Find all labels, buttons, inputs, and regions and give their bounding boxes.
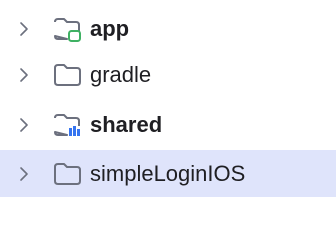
chevron-right-icon[interactable] bbox=[16, 117, 32, 133]
library-badge-icon bbox=[68, 126, 81, 137]
tree-item-shared[interactable]: shared bbox=[0, 101, 336, 149]
folder-icon bbox=[54, 163, 81, 185]
tree-item-label: app bbox=[90, 16, 130, 41]
tree-item-label: gradle bbox=[90, 62, 152, 87]
tree-item-simpleloginios[interactable]: simpleLoginIOS bbox=[0, 150, 336, 197]
project-tree: app gradle shared simpleLoginIOS bbox=[0, 0, 336, 208]
tree-item-label: shared bbox=[90, 112, 163, 137]
chevron-right-icon[interactable] bbox=[16, 67, 32, 83]
tree-item-gradle[interactable]: gradle bbox=[0, 51, 336, 99]
folder-icon bbox=[54, 64, 81, 86]
module-badge-icon bbox=[68, 30, 81, 42]
chevron-right-icon[interactable] bbox=[16, 166, 32, 182]
folder-library-icon bbox=[54, 114, 81, 137]
chevron-right-icon[interactable] bbox=[16, 21, 32, 37]
tree-item-label: simpleLoginIOS bbox=[90, 161, 246, 186]
tree-item-app[interactable]: app bbox=[0, 5, 336, 53]
folder-module-icon bbox=[54, 18, 81, 42]
